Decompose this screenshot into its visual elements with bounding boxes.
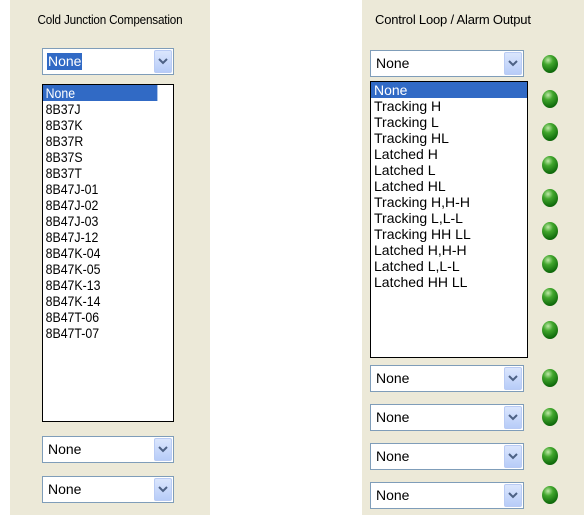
dropdown-button[interactable] bbox=[154, 50, 172, 73]
chevron-down-icon bbox=[508, 414, 518, 421]
chevron-down-icon bbox=[508, 453, 518, 460]
status-led-icon bbox=[542, 288, 558, 306]
dropdown-option[interactable]: 8B37S bbox=[43, 149, 157, 165]
dropdown-button[interactable] bbox=[154, 478, 172, 501]
status-led-icon bbox=[542, 189, 558, 207]
dropdown-option[interactable]: Tracking HH LL bbox=[371, 226, 527, 242]
status-led-icon bbox=[542, 486, 558, 504]
dropdown-option[interactable]: 8B47T-06 bbox=[43, 309, 157, 325]
combo-value: None bbox=[47, 53, 83, 70]
chevron-down-icon bbox=[508, 60, 518, 67]
dropdown-option[interactable]: 8B47J-02 bbox=[43, 197, 157, 213]
status-led-icon bbox=[542, 222, 558, 240]
dropdown-option[interactable]: 8B47T-07 bbox=[43, 325, 157, 341]
dropdown-option[interactable]: 8B37T bbox=[43, 165, 157, 181]
cold-junction-dropdown-list[interactable]: None 8B37J 8B37K 8B37R 8B37S 8B37T 8B47J… bbox=[42, 84, 174, 422]
dropdown-option[interactable]: 8B37K bbox=[43, 117, 157, 133]
dropdown-option[interactable]: Tracking L bbox=[371, 114, 527, 130]
dropdown-option[interactable]: None bbox=[43, 85, 158, 101]
dropdown-button[interactable] bbox=[154, 438, 172, 461]
status-led-icon bbox=[542, 447, 558, 465]
cold-junction-combo[interactable]: None bbox=[42, 48, 174, 75]
dropdown-option[interactable]: None bbox=[371, 82, 527, 98]
dropdown-option[interactable]: 8B47J-03 bbox=[43, 213, 157, 229]
status-led-icon bbox=[542, 321, 558, 339]
status-led-icon bbox=[542, 156, 558, 174]
status-led-icon bbox=[542, 255, 558, 273]
control-loop-panel: Control Loop / Alarm Output None None Tr… bbox=[362, 0, 584, 515]
dropdown-button[interactable] bbox=[504, 52, 522, 75]
control-loop-combo[interactable]: None bbox=[370, 365, 524, 392]
control-loop-combo[interactable]: None bbox=[370, 404, 524, 431]
dropdown-button[interactable] bbox=[504, 484, 522, 507]
dropdown-option[interactable]: Tracking L,L-L bbox=[371, 210, 527, 226]
dropdown-option[interactable]: Latched H,H-H bbox=[371, 242, 527, 258]
status-led-icon bbox=[542, 369, 558, 387]
dropdown-option[interactable]: Latched L,L-L bbox=[371, 258, 527, 274]
dropdown-option[interactable]: Latched HL bbox=[371, 178, 527, 194]
cold-junction-combo[interactable]: None bbox=[42, 476, 174, 503]
chevron-down-icon bbox=[508, 492, 518, 499]
dropdown-button[interactable] bbox=[504, 367, 522, 390]
dropdown-option[interactable]: 8B47K-14 bbox=[43, 293, 157, 309]
combo-value: None bbox=[376, 409, 410, 425]
control-loop-combo[interactable]: None bbox=[370, 482, 524, 509]
dropdown-option[interactable]: Latched HH LL bbox=[371, 274, 527, 290]
combo-value: None bbox=[376, 487, 410, 503]
dropdown-button[interactable] bbox=[504, 445, 522, 468]
dropdown-option[interactable]: 8B37R bbox=[43, 133, 157, 149]
chevron-down-icon bbox=[158, 446, 168, 453]
combo-value: None bbox=[48, 441, 82, 457]
cold-junction-header: Cold Junction Compensation bbox=[37, 12, 183, 27]
combo-value: None bbox=[376, 55, 410, 71]
dropdown-option[interactable]: 8B37J bbox=[43, 101, 157, 117]
chevron-down-icon bbox=[158, 58, 168, 65]
dropdown-option[interactable]: Tracking HL bbox=[371, 130, 527, 146]
control-loop-combo[interactable]: None bbox=[370, 50, 524, 77]
status-led-icon bbox=[542, 90, 558, 108]
dropdown-option[interactable]: 8B47K-13 bbox=[43, 277, 157, 293]
cold-junction-panel: Cold Junction Compensation None None 8B3… bbox=[10, 0, 210, 515]
control-loop-header: Control Loop / Alarm Output bbox=[375, 12, 531, 27]
dropdown-option[interactable]: Tracking H bbox=[371, 98, 527, 114]
control-loop-combo[interactable]: None bbox=[370, 443, 524, 470]
cold-junction-combo[interactable]: None bbox=[42, 436, 174, 463]
dropdown-option[interactable]: Latched H bbox=[371, 146, 527, 162]
dropdown-option[interactable]: Latched L bbox=[371, 162, 527, 178]
dropdown-option[interactable]: 8B47K-05 bbox=[43, 261, 157, 277]
dropdown-button[interactable] bbox=[504, 406, 522, 429]
chevron-down-icon bbox=[158, 486, 168, 493]
combo-value: None bbox=[376, 370, 410, 386]
status-led-icon bbox=[542, 408, 558, 426]
chevron-down-icon bbox=[508, 375, 518, 382]
status-led-icon bbox=[542, 55, 558, 73]
status-led-icon bbox=[542, 123, 558, 141]
dropdown-option[interactable]: 8B47J-12 bbox=[43, 229, 157, 245]
control-loop-dropdown-list[interactable]: None Tracking H Tracking L Tracking HL L… bbox=[370, 81, 528, 358]
dropdown-option[interactable]: 8B47K-04 bbox=[43, 245, 157, 261]
combo-value: None bbox=[376, 448, 410, 464]
combo-value: None bbox=[48, 481, 82, 497]
dropdown-option[interactable]: Tracking H,H-H bbox=[371, 194, 527, 210]
dropdown-option[interactable]: 8B47J-01 bbox=[43, 181, 157, 197]
